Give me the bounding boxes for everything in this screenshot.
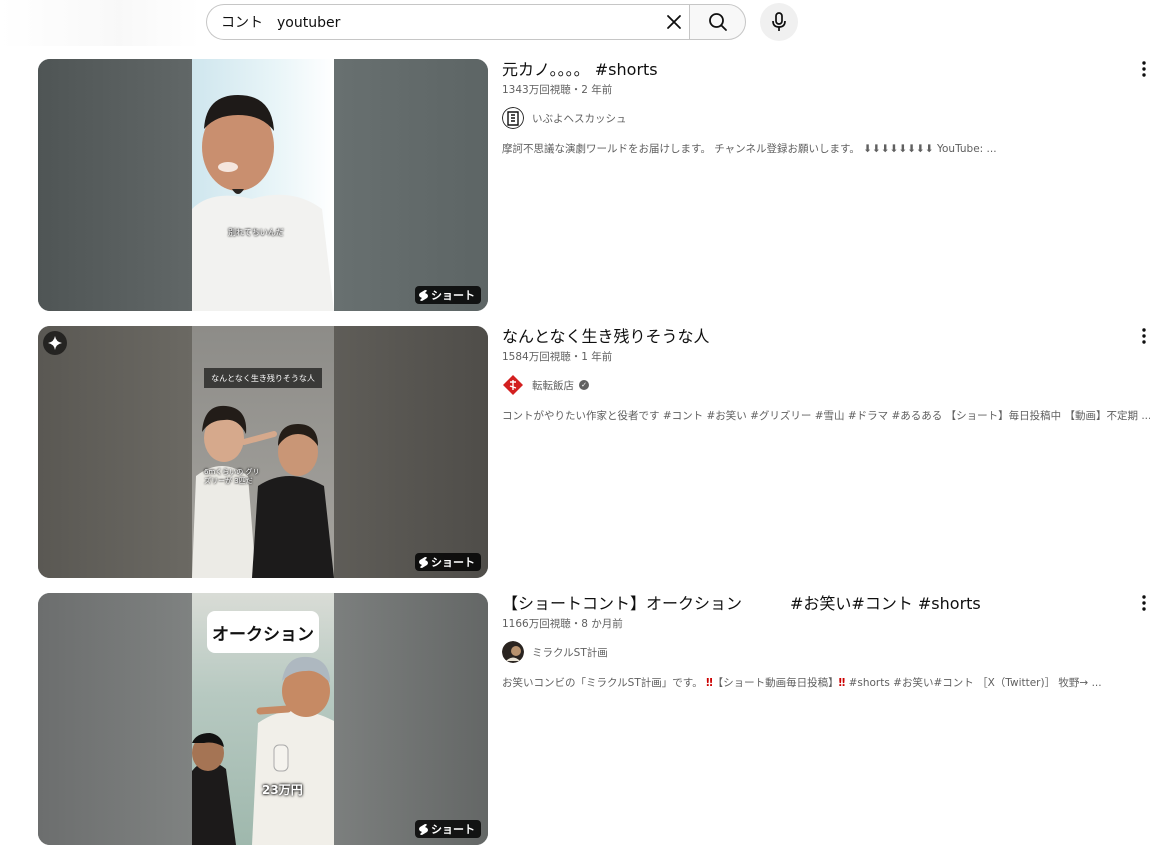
thumbnail-frame: オークション 23万円 — [192, 593, 334, 845]
video-title[interactable]: 元カノ。。。。 #shorts — [502, 59, 1142, 81]
microphone-icon — [772, 12, 786, 31]
video-description: 摩訶不思議な演劇ワールドをお届けします。 チャンネル登録お願いします。 ⬇⬇⬇⬇… — [502, 143, 997, 155]
thumbnail-blur-left — [38, 593, 192, 845]
thumbnail-blur-right — [334, 59, 488, 311]
video-caption: 別れてちいんだ — [228, 228, 284, 237]
header-shade — [0, 0, 200, 46]
more-actions-button[interactable] — [1136, 593, 1152, 613]
thumbnail-blur-right — [334, 593, 488, 845]
shorts-badge-label: ショート — [431, 289, 475, 302]
channel-link[interactable]: 転転飯店 ✓ — [502, 374, 1142, 396]
thumbnail-frame: 別れてちいんだ — [192, 59, 334, 311]
voice-search-button[interactable] — [760, 3, 798, 41]
video-info: 【ショートコント】オークション #お笑い#コント #shorts 1166万回視… — [502, 593, 1142, 690]
shorts-badge: ショート — [415, 286, 481, 304]
video-caption: なんとなく生き残りそうな人 — [204, 368, 322, 388]
video-meta: 1166万回視聴・8 か月前 — [502, 618, 623, 630]
shorts-icon — [419, 556, 428, 568]
video-thumbnail[interactable]: オークション 23万円 ショート — [38, 593, 488, 845]
channel-link[interactable]: いぶよヘスカッシュ — [502, 107, 1142, 129]
two-people-illustration — [192, 405, 334, 578]
video-caption-secondary: 23万円 — [262, 783, 303, 797]
channel-name[interactable]: いぶよヘスカッシュ — [532, 111, 627, 126]
ai-sparkle-badge — [43, 331, 67, 355]
thumbnail-blur-left — [38, 326, 192, 578]
more-actions-button[interactable] — [1136, 326, 1152, 346]
close-icon — [667, 15, 681, 29]
channel-link[interactable]: ミラクルST計画 — [502, 641, 1142, 663]
more-vert-icon — [1142, 595, 1146, 611]
video-description: お笑いコンビの「ミラクルST計画」です。 ‼【ショート動画毎日投稿】‼ #sho… — [502, 675, 1150, 690]
shorts-icon — [419, 289, 428, 301]
double-exclamation-icon: ‼ — [706, 677, 713, 689]
shorts-icon — [419, 823, 428, 835]
shorts-badge-label: ショート — [431, 823, 475, 836]
search-box[interactable] — [206, 4, 690, 40]
channel-avatar[interactable] — [502, 641, 524, 663]
description-text: #shorts #お笑い#コント ［X（Twitter)］ 牧野→ ... — [845, 677, 1102, 689]
description-text: お笑いコンビの「ミラクルST計画」です。 — [502, 677, 703, 689]
thumbnail-blur-left — [38, 59, 192, 311]
clear-search-button[interactable] — [659, 8, 689, 36]
video-caption: オークション — [207, 611, 319, 653]
channel-avatar[interactable] — [502, 107, 524, 129]
top-bar — [0, 0, 1167, 46]
video-title[interactable]: 【ショートコント】オークション #お笑い#コント #shorts — [502, 593, 1142, 615]
more-vert-icon — [1142, 328, 1146, 344]
video-result[interactable]: 別れてちいんだ ショート 元カノ。。。。 #shorts 1343万回視聴・2 … — [38, 59, 1158, 311]
description-text: 【ショート動画毎日投稿】 — [712, 677, 839, 689]
video-info: 元カノ。。。。 #shorts 1343万回視聴・2 年前 いぶよヘスカッシュ … — [502, 59, 1142, 156]
thumbnail-blur-right — [334, 326, 488, 578]
video-meta: 1343万回視聴・2 年前 — [502, 84, 613, 96]
search-icon — [708, 13, 727, 31]
shorts-badge: ショート — [415, 553, 481, 571]
video-result[interactable]: オークション 23万円 ショート 【ショートコント】オークション #お笑い#コン… — [38, 593, 1158, 845]
search-button[interactable] — [689, 4, 746, 40]
video-info: なんとなく生き残りそうな人 1584万回視聴・1 年前 転転飯店 ✓ コントがや… — [502, 326, 1150, 423]
verified-icon: ✓ — [579, 380, 589, 390]
shorts-badge-label: ショート — [431, 556, 475, 569]
channel-name[interactable]: ミラクルST計画 — [532, 645, 608, 660]
shorts-badge: ショート — [415, 820, 481, 838]
thumbnail-frame: なんとなく生き残りそうな人 6mくらいの グリズリーが 3匹だ — [192, 326, 334, 578]
more-actions-button[interactable] — [1136, 59, 1152, 79]
video-thumbnail[interactable]: なんとなく生き残りそうな人 6mくらいの グリズリーが 3匹だ ショート — [38, 326, 488, 578]
video-caption-secondary: 6mくらいの グリズリーが 3匹だ — [204, 468, 260, 485]
video-description: コントがやりたい作家と役者です #コント #お笑い #グリズリー #雪山 #ドラ… — [502, 410, 1150, 422]
channel-avatar[interactable] — [502, 374, 524, 396]
channel-name[interactable]: 転転飯店 — [532, 378, 574, 393]
video-meta: 1584万回視聴・1 年前 — [502, 351, 613, 363]
more-vert-icon — [1142, 61, 1146, 77]
person-illustration — [192, 95, 334, 311]
video-result[interactable]: なんとなく生き残りそうな人 6mくらいの グリズリーが 3匹だ ショート なんと… — [38, 326, 1158, 578]
video-thumbnail[interactable]: 別れてちいんだ ショート — [38, 59, 488, 311]
sparkle-icon — [48, 336, 62, 350]
search-input[interactable] — [221, 5, 661, 39]
video-title[interactable]: なんとなく生き残りそうな人 — [502, 326, 1142, 348]
